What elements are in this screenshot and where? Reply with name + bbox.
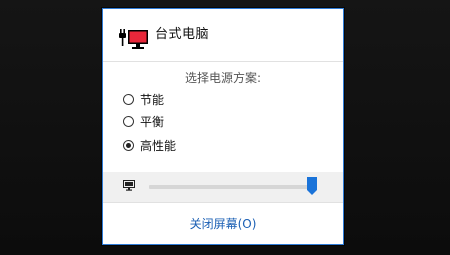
radio-balanced[interactable] <box>123 115 134 127</box>
power-plan-option-label: 节能 <box>140 92 165 107</box>
brightness-slider-thumb[interactable] <box>306 177 317 195</box>
turn-off-display-link[interactable]: 关闭屏幕(O) <box>103 215 343 232</box>
brightness-slider-track[interactable] <box>149 185 315 189</box>
power-options-flyout: 台式电脑 选择电源方案: 节能 平衡 高性能 关闭屏幕(O) <box>102 8 344 245</box>
radio-power-saver[interactable] <box>123 93 134 105</box>
radio-high-performance[interactable] <box>123 139 134 151</box>
device-title: 台式电脑 <box>155 27 210 42</box>
power-plan-option-power-saver[interactable]: 节能 <box>123 90 164 108</box>
power-plan-option-label: 高性能 <box>140 138 177 153</box>
footer-divider <box>103 202 343 203</box>
header-divider <box>103 61 343 62</box>
power-plan-option-label: 平衡 <box>140 114 165 129</box>
brightness-panel <box>103 172 343 202</box>
power-plan-caption: 选择电源方案: <box>184 71 262 85</box>
power-plan-option-high-performance[interactable]: 高性能 <box>123 136 176 154</box>
flyout-header: 台式电脑 <box>103 9 343 61</box>
monitor-icon <box>123 180 135 191</box>
desktop-power-icon <box>119 29 148 49</box>
power-plan-option-balanced[interactable]: 平衡 <box>123 112 164 130</box>
